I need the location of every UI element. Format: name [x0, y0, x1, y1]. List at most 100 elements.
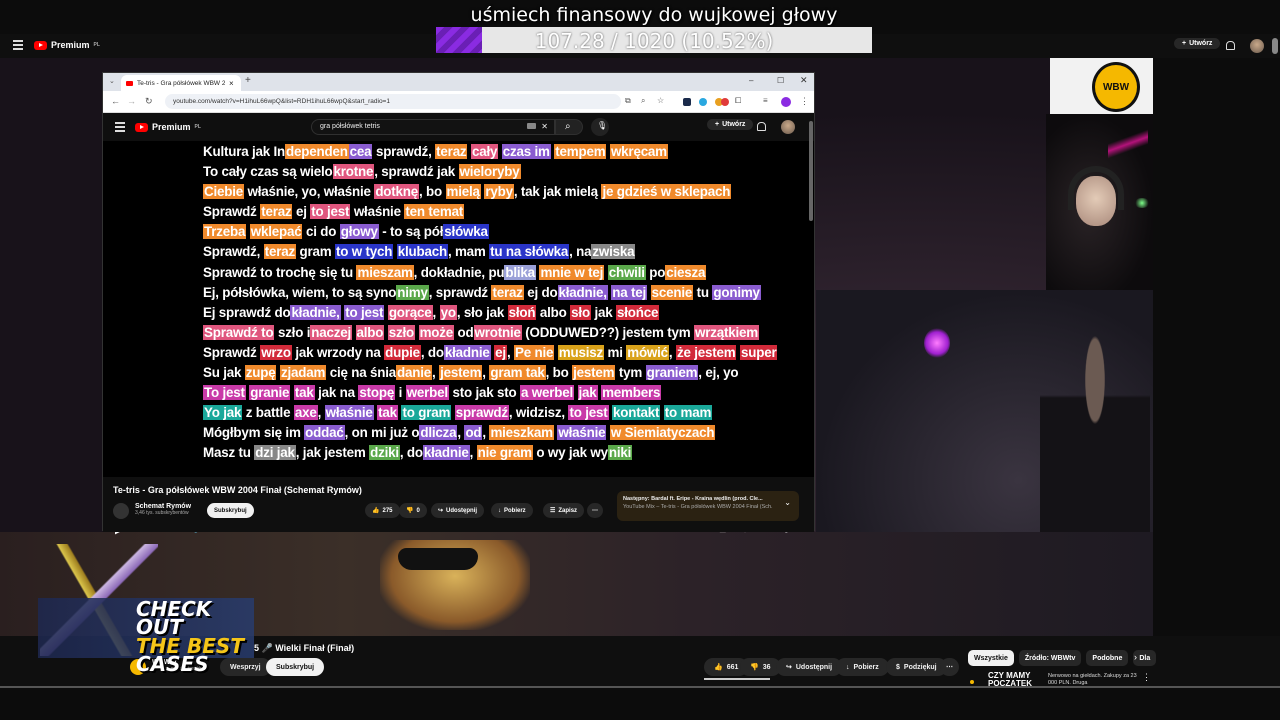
dislike-count: 36	[762, 663, 771, 671]
rhyme-highlight: To jest	[203, 385, 246, 401]
more-actions-button[interactable]: ⋯	[940, 658, 959, 676]
rhyme-highlight: nie gram	[476, 445, 533, 461]
close-window-icon[interactable]: ✕	[800, 75, 808, 86]
rhyme-highlight: zupę	[244, 365, 277, 381]
lyric-text: , jak jestem	[295, 445, 370, 461]
thumbs-down-icon: 👎	[750, 664, 759, 671]
rhyme-highlight: to mam	[663, 405, 713, 421]
cases-ad-text[interactable]: CHECK OUT THE BEST CASES	[136, 599, 254, 674]
rhyme-highlight: jak	[577, 385, 598, 401]
close-tab-icon[interactable]: ×	[229, 79, 234, 88]
rhyme-highlight: gonimy	[712, 284, 761, 300]
media-icon[interactable]: ≡	[763, 96, 768, 105]
recommended-subtitle[interactable]: Nerwowo na giełdach. Zakupy za 23 000 PL…	[1048, 673, 1138, 687]
background-video-title: 5 🎤 Wielki Finał (Finał)	[254, 643, 355, 653]
lyric-text: , on mi już o	[344, 425, 420, 441]
avatar[interactable]	[1250, 39, 1264, 53]
rhyme-highlight: Trzeba	[203, 224, 247, 240]
chip-all[interactable]: Wszystkie	[968, 650, 1014, 666]
logo-text: Premium	[51, 40, 90, 50]
maximize-icon[interactable]: ☐	[777, 76, 784, 85]
rhyme-highlight: dzi jak	[254, 445, 296, 461]
youtube-logo[interactable]: Premium PL	[34, 40, 100, 50]
star-icon[interactable]: ☆	[657, 96, 664, 105]
rhyme-highlight: wieloryby	[458, 164, 521, 180]
search-icon: ⌕	[565, 121, 571, 132]
rhyme-highlight: sprawdź	[454, 405, 509, 421]
youtube-topbar: Premium PL gra półsłówek tetris ✕ ⌕ 🎙 + …	[103, 113, 814, 141]
rhyme-highlight: krotne	[332, 164, 375, 180]
chevron-down-icon[interactable]: ⌄	[784, 499, 791, 507]
dislike-button[interactable]: 👎 36	[740, 658, 781, 676]
lyric-text: , mam	[447, 244, 490, 260]
extension-icon[interactable]	[721, 98, 729, 106]
extension-icon[interactable]	[683, 98, 691, 106]
dislike-button[interactable]: 👎 0	[399, 503, 427, 518]
zoom-icon[interactable]: ⌕	[641, 96, 645, 106]
search-button[interactable]: ⌕	[555, 119, 583, 135]
lyric-text: , sprawdź	[428, 284, 492, 300]
avatar[interactable]	[781, 120, 795, 134]
lyric-line: Sprawdź wrzo jak wrzody na dupie, dokład…	[203, 343, 778, 363]
share-button[interactable]: ↪ Udostępnij	[776, 658, 843, 676]
channel-info[interactable]: Schemat Rymów 3,46 tys. subskrybentów	[135, 503, 191, 516]
create-label: Utwórz	[1189, 40, 1213, 47]
share-button[interactable]: ↪ Udostępnij	[431, 503, 485, 518]
tab-strip: ⌄ Te-tris - Gra półsłówek WBW 20... × + …	[103, 73, 814, 91]
bell-icon[interactable]	[1226, 41, 1235, 50]
download-button[interactable]: ↓ Pobierz	[836, 658, 889, 676]
subscribe-label: Subskrybuj	[276, 663, 315, 671]
back-icon[interactable]: ←	[111, 96, 120, 106]
page-scrollbar[interactable]	[1272, 38, 1278, 54]
thanks-button[interactable]: $ Podziękuj	[886, 658, 947, 676]
browser-tab[interactable]: Te-tris - Gra półsłówek WBW 20... ×	[121, 75, 241, 91]
clear-search-icon[interactable]: ✕	[541, 122, 548, 131]
channel-name[interactable]: Schemat Rymów	[135, 503, 191, 510]
lyric-text: To cały czas są wielo	[203, 164, 333, 180]
youtube-logo[interactable]: Premium PL	[135, 122, 201, 132]
create-button[interactable]: + Utwórz	[1174, 38, 1221, 49]
forward-icon[interactable]: →	[127, 96, 136, 106]
lyric-text: właśnie, yo, właśnie	[244, 184, 375, 200]
chevron-right-icon[interactable]: ›	[1134, 652, 1137, 662]
kebab-menu-icon[interactable]: ⋮	[800, 96, 809, 107]
profile-icon[interactable]	[781, 97, 791, 107]
download-button[interactable]: ↓ Pobierz	[491, 503, 533, 518]
neon-light	[1108, 114, 1148, 174]
reload-icon[interactable]: ↻	[145, 96, 153, 107]
new-tab-icon[interactable]: +	[245, 75, 251, 86]
save-button[interactable]: ☰ Zapisz	[543, 503, 585, 518]
video-player[interactable]: Kultura jak Independen cea sprawdź, teraz…	[103, 141, 814, 536]
subscribe-button[interactable]: Subskrybuj	[266, 658, 325, 676]
url-field[interactable]: youtube.com/watch?v=H1ihuL66wpQ&list=RDH…	[165, 94, 621, 109]
lyric-line: Su jak zupę zjadam cię na śniadanie, jes…	[203, 363, 739, 383]
voice-search-button[interactable]: 🎙	[591, 118, 609, 136]
create-button[interactable]: + Utwórz	[707, 119, 754, 130]
lyric-text: ej do	[523, 284, 558, 300]
menu-icon[interactable]	[115, 122, 125, 132]
keyboard-icon[interactable]	[527, 123, 536, 129]
next-up-card[interactable]: Następny: Bardal ft. Eripe - Kraina wędl…	[617, 491, 799, 521]
recommended-more-icon[interactable]: ⋮	[1142, 672, 1151, 683]
rhyme-highlight: ryby	[484, 184, 514, 200]
lyric-text: sprawdź,	[372, 144, 436, 159]
extension-icon[interactable]	[699, 98, 707, 106]
search-input[interactable]: gra półsłówek tetris ✕	[311, 119, 555, 135]
chip-source[interactable]: Źródło: WBWtv	[1018, 650, 1082, 666]
more-icon: ⋯	[592, 508, 598, 514]
tab-search-icon[interactable]: ⌄	[109, 77, 115, 85]
lyric-text: właśnie	[350, 204, 405, 220]
more-actions-button[interactable]: ⋯	[587, 503, 603, 518]
bell-icon[interactable]	[757, 122, 766, 131]
puzzle-icon[interactable]: ⧠	[735, 96, 741, 106]
channel-avatar[interactable]	[113, 503, 129, 519]
chip-similar[interactable]: Podobne	[1086, 650, 1129, 666]
like-count: 661	[726, 663, 739, 671]
browser-scrollbar[interactable]	[809, 121, 813, 221]
install-icon[interactable]: ⧉	[625, 96, 631, 106]
like-button[interactable]: 👍 275	[365, 503, 400, 518]
minimize-icon[interactable]: –	[749, 76, 753, 85]
save-icon: ☰	[550, 508, 556, 514]
subscribe-button[interactable]: Subskrybuj	[207, 503, 254, 518]
menu-icon[interactable]	[13, 40, 23, 50]
